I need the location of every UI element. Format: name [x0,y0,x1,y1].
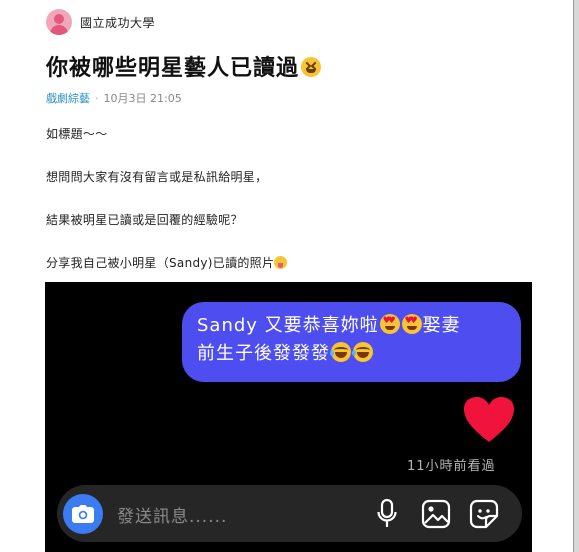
body-paragraph-4-text: 分享我自己被小明星（Sandy)已讀的照片 [46,256,275,270]
seen-status: 11小時前看過 [407,459,496,474]
message-input-bar[interactable]: 發送訊息...... [57,485,522,542]
face-with-tongue-icon [274,256,288,269]
body-paragraph-3: 結果被明星已讀或是回覆的經驗呢？ [46,213,243,227]
body-paragraph-1: 如標題～～ [46,127,108,141]
bubble-text-2: 前生子後發發發 [197,343,330,364]
category-link[interactable]: 戲劇綜藝 [46,92,90,105]
meta-separator: · [95,92,99,105]
female-avatar-icon[interactable] [46,9,72,35]
message-screenshot: Sandy 又要恭喜妳啦 娶妻 前生子後發發發 11小時前看過 發送訊息.....… [45,282,532,552]
bubble-text-1: Sandy 又要恭喜妳啦 [197,315,379,336]
body-paragraph-4: 分享我自己被小明星（Sandy)已讀的照片 [46,254,288,271]
heart-eyes-icon [379,314,400,334]
body-paragraph-2: 想問問大家有沒有留言或是私訊給明星， [46,170,268,184]
author-header[interactable]: 國立成功大學 [46,9,155,35]
page-edge [573,0,579,552]
post-time: 10月3日 21:05 [103,92,182,105]
tears-of-joy-icon [330,342,351,362]
grinning-squinting-face-icon [301,57,322,77]
heart-reaction-icon [464,397,514,442]
message-input[interactable]: 發送訊息...... [117,502,227,527]
post-title-text: 你被哪些明星藝人已讀過 [46,56,300,81]
gallery-icon[interactable] [421,499,451,529]
camera-icon[interactable] [63,494,103,534]
heart-eyes-icon [401,314,422,334]
bubble-text-1-end: 娶妻 [422,315,461,336]
sent-message-bubble: Sandy 又要恭喜妳啦 娶妻 前生子後發發發 [182,302,521,382]
author-school[interactable]: 國立成功大學 [80,14,155,31]
post-meta: 戲劇綜藝 · 10月3日 21:05 [46,90,182,106]
bubble-line-2: 前生子後發發發 [197,340,509,368]
microphone-icon[interactable] [377,499,397,529]
post-title: 你被哪些明星藝人已讀過 [46,50,322,82]
bubble-line-1: Sandy 又要恭喜妳啦 娶妻 [197,312,509,340]
sticker-icon[interactable] [469,499,499,529]
tears-of-joy-icon [352,342,373,362]
